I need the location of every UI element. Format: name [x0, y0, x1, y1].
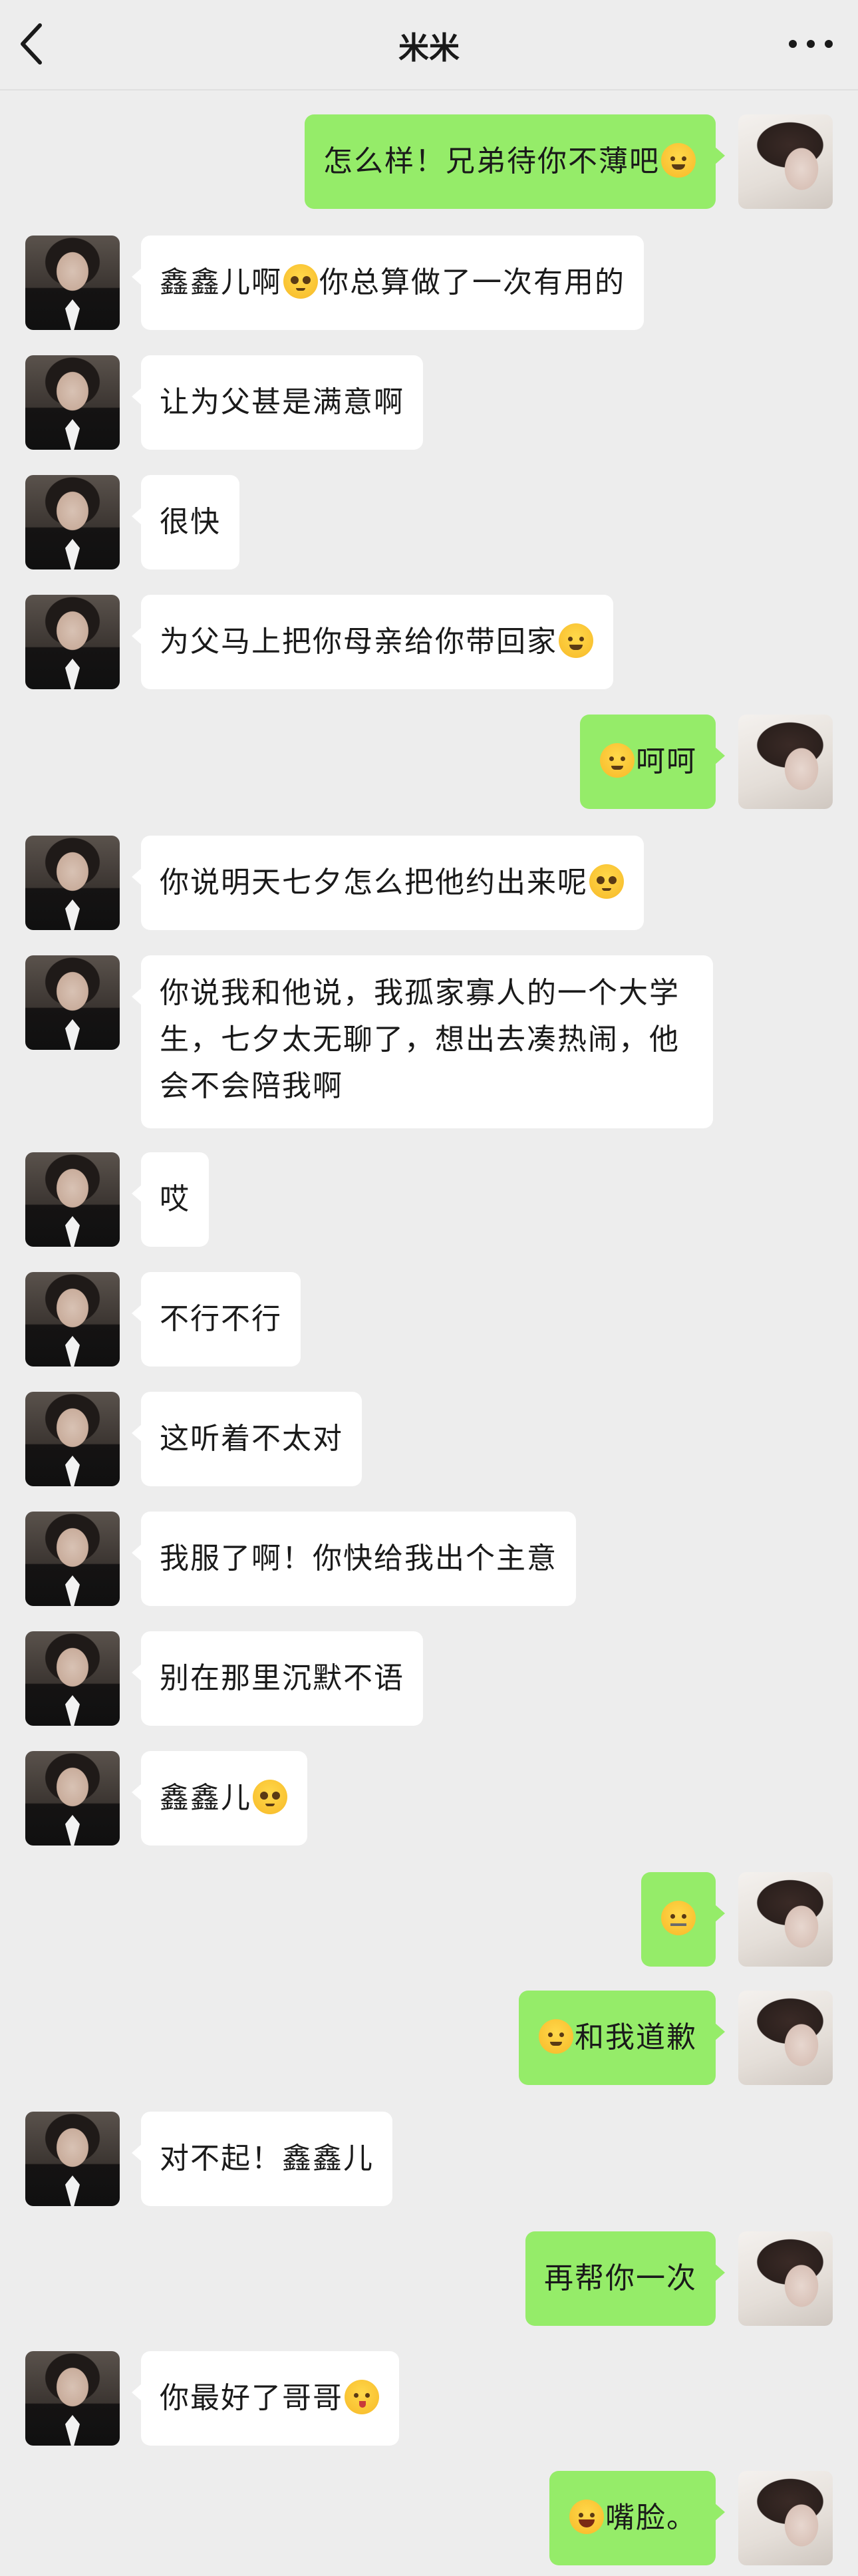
- contact-avatar[interactable]: [25, 236, 120, 330]
- contact-avatar[interactable]: [25, 355, 120, 450]
- contact-avatar[interactable]: [25, 1631, 120, 1726]
- outgoing-message-bubble[interactable]: 和我道歉: [519, 1991, 725, 2085]
- my-avatar[interactable]: [738, 1991, 833, 2085]
- incoming-message-bubble[interactable]: 你说明天七夕怎么把他约出来呢: [132, 836, 644, 930]
- message-text: 我服了啊！你快给我出个主意: [160, 1541, 557, 1575]
- message-row: [0, 1872, 858, 1967]
- message-row: 你说我和他说，我孤家寡人的一个大学生，七夕太无聊了，想出去凑热闹，他会不会陪我啊: [0, 955, 858, 1128]
- message-text: 不行不行: [160, 1302, 282, 1336]
- pleading-face-icon: [589, 864, 624, 899]
- top-bar: 米米: [0, 0, 858, 90]
- message-text: 怎么样！兄弟待你不薄吧: [323, 144, 660, 178]
- incoming-message-bubble[interactable]: 哎: [132, 1152, 209, 1247]
- contact-avatar[interactable]: [25, 1392, 120, 1486]
- zipper-mouth-face-icon: [661, 1901, 696, 1935]
- message-row: 对不起！鑫鑫儿: [0, 2112, 858, 2206]
- incoming-message-bubble[interactable]: 你说我和他说，我孤家寡人的一个大学生，七夕太无聊了，想出去凑热闹，他会不会陪我啊: [132, 955, 713, 1128]
- message-text: 你总算做了一次有用的: [319, 265, 625, 299]
- smiling-face-with-hearts-icon: [559, 623, 593, 658]
- contact-avatar[interactable]: [25, 1751, 120, 1846]
- message-row: 你说明天七夕怎么把他约出来呢: [0, 836, 858, 930]
- message-row: 哎: [0, 1152, 858, 1247]
- message-text: 鑫鑫儿啊: [160, 265, 282, 299]
- upside-down-face-icon: [600, 743, 635, 778]
- outgoing-message-bubble[interactable]: [641, 1872, 725, 1967]
- ellipsis-icon: [789, 40, 833, 48]
- message-text: 这听着不太对: [160, 1422, 343, 1456]
- message-row: 呵呵: [0, 715, 858, 809]
- chat-title: 米米: [398, 30, 460, 66]
- message-text: 呵呵: [636, 744, 697, 778]
- message-text: 很快: [160, 505, 221, 539]
- my-avatar[interactable]: [738, 2471, 833, 2565]
- message-row: 再帮你一次: [0, 2231, 858, 2326]
- outgoing-message-bubble[interactable]: 怎么样！兄弟待你不薄吧: [305, 114, 725, 209]
- incoming-message-bubble[interactable]: 让为父甚是满意啊: [132, 355, 423, 450]
- message-row: 怎么样！兄弟待你不薄吧: [0, 114, 858, 209]
- message-row: 鑫鑫儿: [0, 1751, 858, 1846]
- incoming-message-bubble[interactable]: 为父马上把你母亲给你带回家: [132, 595, 613, 689]
- message-row: 嘴脸。: [0, 2471, 858, 2565]
- outgoing-message-bubble[interactable]: 呵呵: [580, 715, 725, 809]
- message-row: 不行不行: [0, 1272, 858, 1367]
- outgoing-message-bubble[interactable]: 嘴脸。: [549, 2471, 725, 2565]
- pleading-face-icon: [253, 1780, 287, 1814]
- incoming-message-bubble[interactable]: 这听着不太对: [132, 1392, 362, 1486]
- my-avatar[interactable]: [738, 1872, 833, 1967]
- message-text: 哎: [160, 1182, 190, 1216]
- message-text: 别在那里沉默不语: [160, 1661, 404, 1695]
- my-avatar[interactable]: [738, 114, 833, 209]
- more-button[interactable]: [781, 17, 841, 71]
- my-avatar[interactable]: [738, 2231, 833, 2326]
- face-with-tears-of-joy-icon: [569, 2499, 604, 2534]
- incoming-message-bubble[interactable]: 不行不行: [132, 1272, 301, 1367]
- message-list[interactable]: 怎么样！兄弟待你不薄吧鑫鑫儿啊 你总算做了一次有用的让为父甚是满意啊 很快为父马上把…: [0, 89, 858, 2576]
- contact-avatar[interactable]: [25, 595, 120, 689]
- incoming-message-bubble[interactable]: 鑫鑫儿: [132, 1751, 307, 1846]
- message-row: 鑫鑫儿啊 你总算做了一次有用的: [0, 236, 858, 330]
- message-row: 你最好了哥哥: [0, 2351, 858, 2446]
- message-text: 让为父甚是满意啊: [160, 385, 404, 419]
- contact-avatar[interactable]: [25, 1512, 120, 1606]
- my-avatar[interactable]: [738, 715, 833, 809]
- message-row: 很快: [0, 475, 858, 569]
- message-text: 你说明天七夕怎么把他约出来呢: [160, 866, 588, 899]
- contact-avatar[interactable]: [25, 2351, 120, 2446]
- incoming-message-bubble[interactable]: 你最好了哥哥: [132, 2351, 399, 2446]
- message-row: 为父马上把你母亲给你带回家: [0, 595, 858, 689]
- contact-avatar[interactable]: [25, 475, 120, 569]
- face-blowing-a-kiss-icon: [345, 2380, 379, 2414]
- message-text: 和我道歉: [575, 2020, 697, 2054]
- incoming-message-bubble[interactable]: 我服了啊！你快给我出个主意: [132, 1512, 576, 1606]
- incoming-message-bubble[interactable]: 鑫鑫儿啊 你总算做了一次有用的: [132, 236, 644, 330]
- message-text: 你说我和他说，我孤家寡人的一个大学生，七夕太无聊了，想出去凑热闹，他会不会陪我啊: [160, 976, 680, 1103]
- message-row: 这听着不太对: [0, 1392, 858, 1486]
- contact-avatar[interactable]: [25, 836, 120, 930]
- smiley-face-icon: [539, 2019, 573, 2054]
- contact-avatar[interactable]: [25, 1272, 120, 1367]
- message-row: 别在那里沉默不语: [0, 1631, 858, 1726]
- message-text: 鑫鑫儿: [160, 1781, 251, 1815]
- pleading-face-icon: [283, 264, 318, 299]
- contact-avatar[interactable]: [25, 1152, 120, 1247]
- incoming-message-bubble[interactable]: 很快: [132, 475, 239, 569]
- message-row: 和我道歉: [0, 1991, 858, 2085]
- message-row: 让为父甚是满意啊: [0, 355, 858, 450]
- message-text: 对不起！鑫鑫儿: [160, 2142, 374, 2175]
- incoming-message-bubble[interactable]: 对不起！鑫鑫儿: [132, 2112, 392, 2206]
- message-row: 我服了啊！你快给我出个主意: [0, 1512, 858, 1606]
- smiling-face-with-hearts-icon: [661, 143, 696, 178]
- message-text: 为父马上把你母亲给你带回家: [160, 625, 557, 659]
- contact-avatar[interactable]: [25, 2112, 120, 2206]
- contact-avatar[interactable]: [25, 955, 120, 1050]
- message-text: 你最好了哥哥: [160, 2381, 343, 2415]
- incoming-message-bubble[interactable]: 别在那里沉默不语: [132, 1631, 423, 1726]
- outgoing-message-bubble[interactable]: 再帮你一次: [525, 2231, 725, 2326]
- message-text: 再帮你一次: [544, 2261, 697, 2295]
- message-text: 嘴脸。: [605, 2501, 697, 2535]
